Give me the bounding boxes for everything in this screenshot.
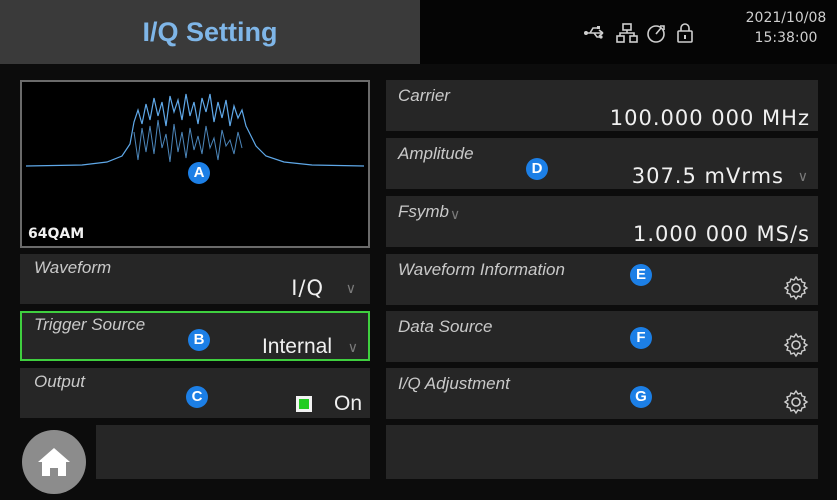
marker-d: D bbox=[526, 158, 548, 180]
chevron-down-icon: ∨ bbox=[797, 168, 808, 184]
usb-icon bbox=[582, 22, 608, 44]
trigger-source-panel[interactable]: Trigger Source B Internal ∨ bbox=[20, 311, 370, 361]
amplitude-panel[interactable]: Amplitude D 307.5 mVrms ∨ bbox=[386, 138, 818, 189]
marker-e: E bbox=[630, 264, 652, 286]
marker-c: C bbox=[186, 386, 208, 408]
iq-adjustment-label: I/Q Adjustment bbox=[398, 374, 510, 393]
fsymb-panel[interactable]: Fsymb ∨ 1.000 000 MS/s bbox=[386, 196, 818, 247]
data-source-label: Data Source bbox=[398, 317, 493, 336]
empty-slot-right bbox=[386, 425, 818, 479]
home-icon bbox=[38, 448, 70, 476]
output-label: Output bbox=[34, 372, 86, 391]
time-text: 15:38:00 bbox=[754, 30, 818, 46]
output-toggle[interactable] bbox=[296, 396, 312, 412]
gear-icon[interactable] bbox=[782, 388, 810, 421]
lock-icon[interactable] bbox=[672, 22, 698, 44]
network-icon bbox=[614, 22, 640, 44]
amplitude-label: Amplitude bbox=[398, 144, 474, 163]
waveform-preview[interactable]: A 64QAM bbox=[20, 80, 370, 248]
chevron-down-icon: ∨ bbox=[345, 280, 356, 296]
carrier-panel[interactable]: Carrier 100.000 000 MHz bbox=[386, 80, 818, 131]
page-title: I/Q Setting bbox=[142, 17, 278, 47]
fsymb-value: 1.000 000 MS/s bbox=[632, 222, 810, 246]
gear-icon[interactable] bbox=[782, 331, 810, 364]
output-value: On bbox=[333, 392, 362, 415]
home-button[interactable] bbox=[22, 430, 86, 494]
trigger-source-label: Trigger Source bbox=[34, 315, 146, 334]
waveform-panel[interactable]: Waveform I/Q ∨ bbox=[20, 254, 370, 304]
chevron-down-icon: ∨ bbox=[347, 339, 358, 355]
output-panel[interactable]: Output C On bbox=[20, 368, 370, 418]
chevron-down-icon[interactable]: ∨ bbox=[450, 206, 460, 223]
data-source-panel[interactable]: Data Source F bbox=[386, 311, 818, 362]
waveform-information-label: Waveform Information bbox=[398, 260, 565, 279]
waveform-information-panel[interactable]: Waveform Information E bbox=[386, 254, 818, 305]
amplitude-value: 307.5 mVrms bbox=[631, 164, 784, 188]
marker-g: G bbox=[630, 386, 652, 408]
empty-slot bbox=[96, 425, 370, 479]
marker-f: F bbox=[630, 327, 652, 349]
iq-adjustment-panel[interactable]: I/Q Adjustment G bbox=[386, 368, 818, 419]
carrier-value: 100.000 000 MHz bbox=[609, 106, 810, 130]
fsymb-label: Fsymb bbox=[398, 202, 449, 221]
waveform-value: I/Q bbox=[291, 276, 324, 300]
marker-a: A bbox=[188, 162, 210, 184]
on-indicator-icon bbox=[299, 399, 309, 409]
date-text: 2021/10/08 bbox=[745, 10, 827, 26]
clock-icon bbox=[644, 22, 670, 44]
gear-icon[interactable] bbox=[782, 274, 810, 307]
trigger-source-value: Internal bbox=[261, 335, 332, 358]
waveform-label: Waveform bbox=[34, 258, 112, 277]
carrier-label: Carrier bbox=[398, 86, 450, 105]
modulation-label: 64QAM bbox=[28, 226, 85, 242]
marker-b: B bbox=[188, 329, 210, 351]
datetime: 2021/10/08 15:38:00 bbox=[740, 8, 832, 48]
